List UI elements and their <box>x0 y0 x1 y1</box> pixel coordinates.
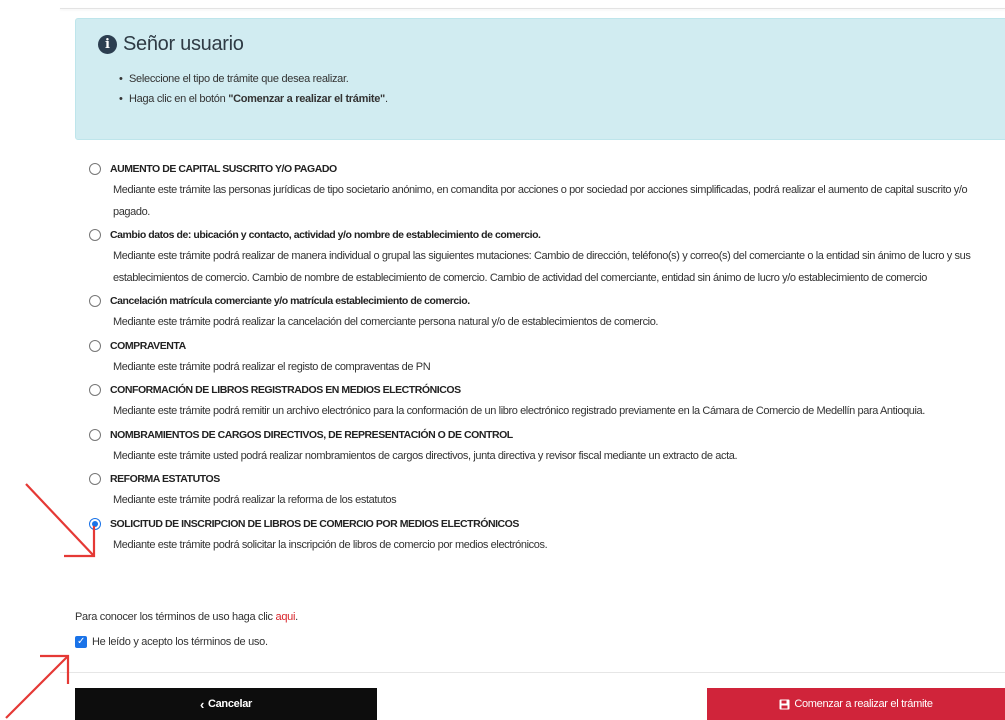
option-title[interactable]: SOLICITUD DE INSCRIPCION DE LIBROS DE CO… <box>110 518 519 530</box>
info-list: Seleccione el tipo de trámite que desea … <box>119 69 388 109</box>
option-title[interactable]: Cambio datos de: ubicación y contacto, a… <box>110 229 541 241</box>
procedure-option[interactable]: COMPRAVENTA Mediante este trámite podrá r… <box>89 335 999 380</box>
info-alert: i Señor usuario Seleccione el tipo de tr… <box>75 18 1005 140</box>
procedure-option[interactable]: REFORMA ESTATUTOS Mediante este trámite p… <box>89 468 999 513</box>
option-title[interactable]: COMPRAVENTA <box>110 340 186 352</box>
annotation-arrow-option <box>25 483 96 558</box>
cancel-button-label: Cancelar <box>207 698 253 710</box>
procedure-option[interactable]: Cambio datos de: ubicación y contacto, a… <box>89 224 999 290</box>
option-header: AUMENTO DE CAPITAL SUSCRITO Y/O PAGADO <box>89 158 999 180</box>
accept-terms-label: He leído y acepto los términos de uso. <box>92 636 268 648</box>
save-icon <box>779 699 790 710</box>
start-procedure-button[interactable]: Comenzar a realizar el trámite <box>707 688 1005 720</box>
option-title[interactable]: REFORMA ESTATUTOS <box>110 473 220 485</box>
info-icon: i <box>98 35 117 54</box>
option-header: NOMBRAMIENTOS DE CARGOS DIRECTIVOS, DE R… <box>89 424 999 446</box>
start-procedure-label: Comenzar a realizar el trámite <box>794 698 933 710</box>
option-header: REFORMA ESTATUTOS <box>89 468 999 490</box>
option-radio[interactable] <box>89 339 101 352</box>
option-radio[interactable] <box>89 229 101 241</box>
option-title[interactable]: Cancelación matrícula comerciante y/o ma… <box>110 295 470 307</box>
option-description: Mediante este trámite las personas juríd… <box>113 184 968 218</box>
option-title[interactable]: AUMENTO DE CAPITAL SUSCRITO Y/O PAGADO <box>110 163 337 175</box>
info-title: i Señor usuario <box>98 33 244 56</box>
option-radio[interactable] <box>89 295 101 307</box>
option-header: CONFORMACIÓN DE LIBROS REGISTRADOS EN ME… <box>89 379 999 401</box>
accept-terms[interactable]: ✓ He leído y acepto los términos de uso. <box>75 636 268 648</box>
procedure-option[interactable]: AUMENTO DE CAPITAL SUSCRITO Y/O PAGADO Me… <box>89 158 999 224</box>
option-title[interactable]: CONFORMACIÓN DE LIBROS REGISTRADOS EN ME… <box>110 384 461 396</box>
cancel-button[interactable]: ‹ Cancelar <box>75 688 377 720</box>
annotation-arrow-checkbox <box>5 654 70 719</box>
option-description: Mediante este trámite podrá remitir un a… <box>113 405 925 417</box>
option-title[interactable]: NOMBRAMIENTOS DE CARGOS DIRECTIVOS, DE R… <box>110 429 513 441</box>
chevron-left-icon: ‹ <box>199 696 204 712</box>
procedure-option[interactable]: NOMBRAMIENTOS DE CARGOS DIRECTIVOS, DE R… <box>89 424 999 469</box>
option-radio[interactable] <box>89 163 101 175</box>
option-description: Mediante este trámite podrá realizar el … <box>113 360 431 373</box>
option-description: Mediante este trámite podrá realizar la … <box>113 316 659 328</box>
option-description: Mediante este trámite podrá realizar de … <box>113 250 971 284</box>
top-divider <box>60 8 1005 9</box>
procedure-options: AUMENTO DE CAPITAL SUSCRITO Y/O PAGADO Me… <box>89 158 999 557</box>
procedure-option[interactable]: CONFORMACIÓN DE LIBROS REGISTRADOS EN ME… <box>89 379 999 424</box>
option-radio[interactable] <box>89 384 101 396</box>
accept-terms-checkbox[interactable]: ✓ <box>75 636 87 648</box>
option-header: SOLICITUD DE INSCRIPCION DE LIBROS DE CO… <box>89 513 999 535</box>
option-radio[interactable] <box>89 428 101 441</box>
option-header: Cambio datos de: ubicación y contacto, a… <box>89 224 999 246</box>
procedure-option[interactable]: Cancelación matrícula comerciante y/o ma… <box>89 290 999 335</box>
info-item: Seleccione el tipo de trámite que desea … <box>119 69 388 89</box>
terms-link[interactable]: aqui <box>276 611 296 623</box>
option-description: Mediante este trámite usted podrá realiz… <box>113 449 738 462</box>
terms-text: Para conocer los términos de uso haga cl… <box>75 611 298 623</box>
info-title-text: Señor usuario <box>123 33 244 55</box>
option-header: COMPRAVENTA <box>89 335 999 357</box>
option-description: Mediante este trámite podrá realizar la … <box>113 494 397 506</box>
option-description: Mediante este trámite podrá solicitar la… <box>113 538 548 551</box>
option-header: Cancelación matrícula comerciante y/o ma… <box>89 290 999 312</box>
info-item: Haga clic en el botón "Comenzar a realiz… <box>119 89 388 109</box>
bottom-divider <box>60 672 1005 673</box>
procedure-option[interactable]: SOLICITUD DE INSCRIPCION DE LIBROS DE CO… <box>89 513 999 558</box>
